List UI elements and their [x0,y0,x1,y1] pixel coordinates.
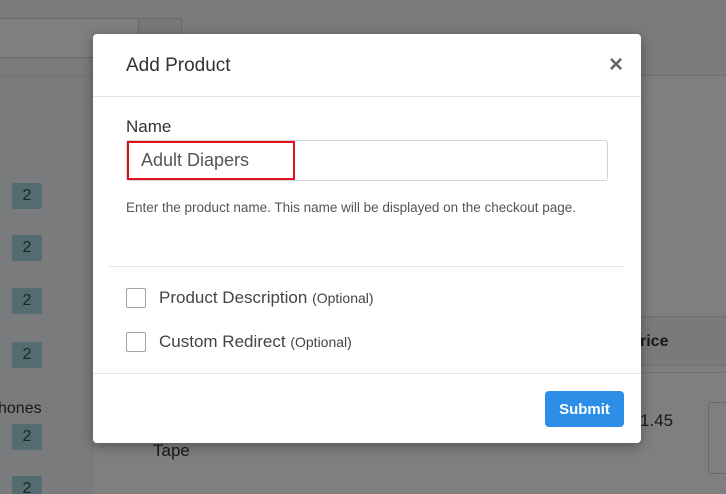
product-description-label[interactable]: Product Description (Optional) [159,288,374,308]
modal-footer: Submit [93,373,641,443]
modal-header: Add Product × [93,34,641,97]
close-icon[interactable]: × [605,52,627,78]
modal-title: Add Product [126,55,231,76]
add-product-modal: Add Product × Name Enter the product nam… [93,34,641,443]
help-text: Enter the product name. This name will b… [126,200,577,215]
divider [109,266,624,267]
optional-tag: (Optional) [312,290,374,306]
product-name-input[interactable] [126,140,608,181]
optional-tag: (Optional) [290,334,352,350]
name-label: Name [126,117,172,136]
product-description-checkbox[interactable] [126,288,146,308]
custom-redirect-checkbox[interactable] [126,332,146,352]
submit-button[interactable]: Submit [545,391,624,427]
custom-redirect-label[interactable]: Custom Redirect (Optional) [159,332,352,352]
